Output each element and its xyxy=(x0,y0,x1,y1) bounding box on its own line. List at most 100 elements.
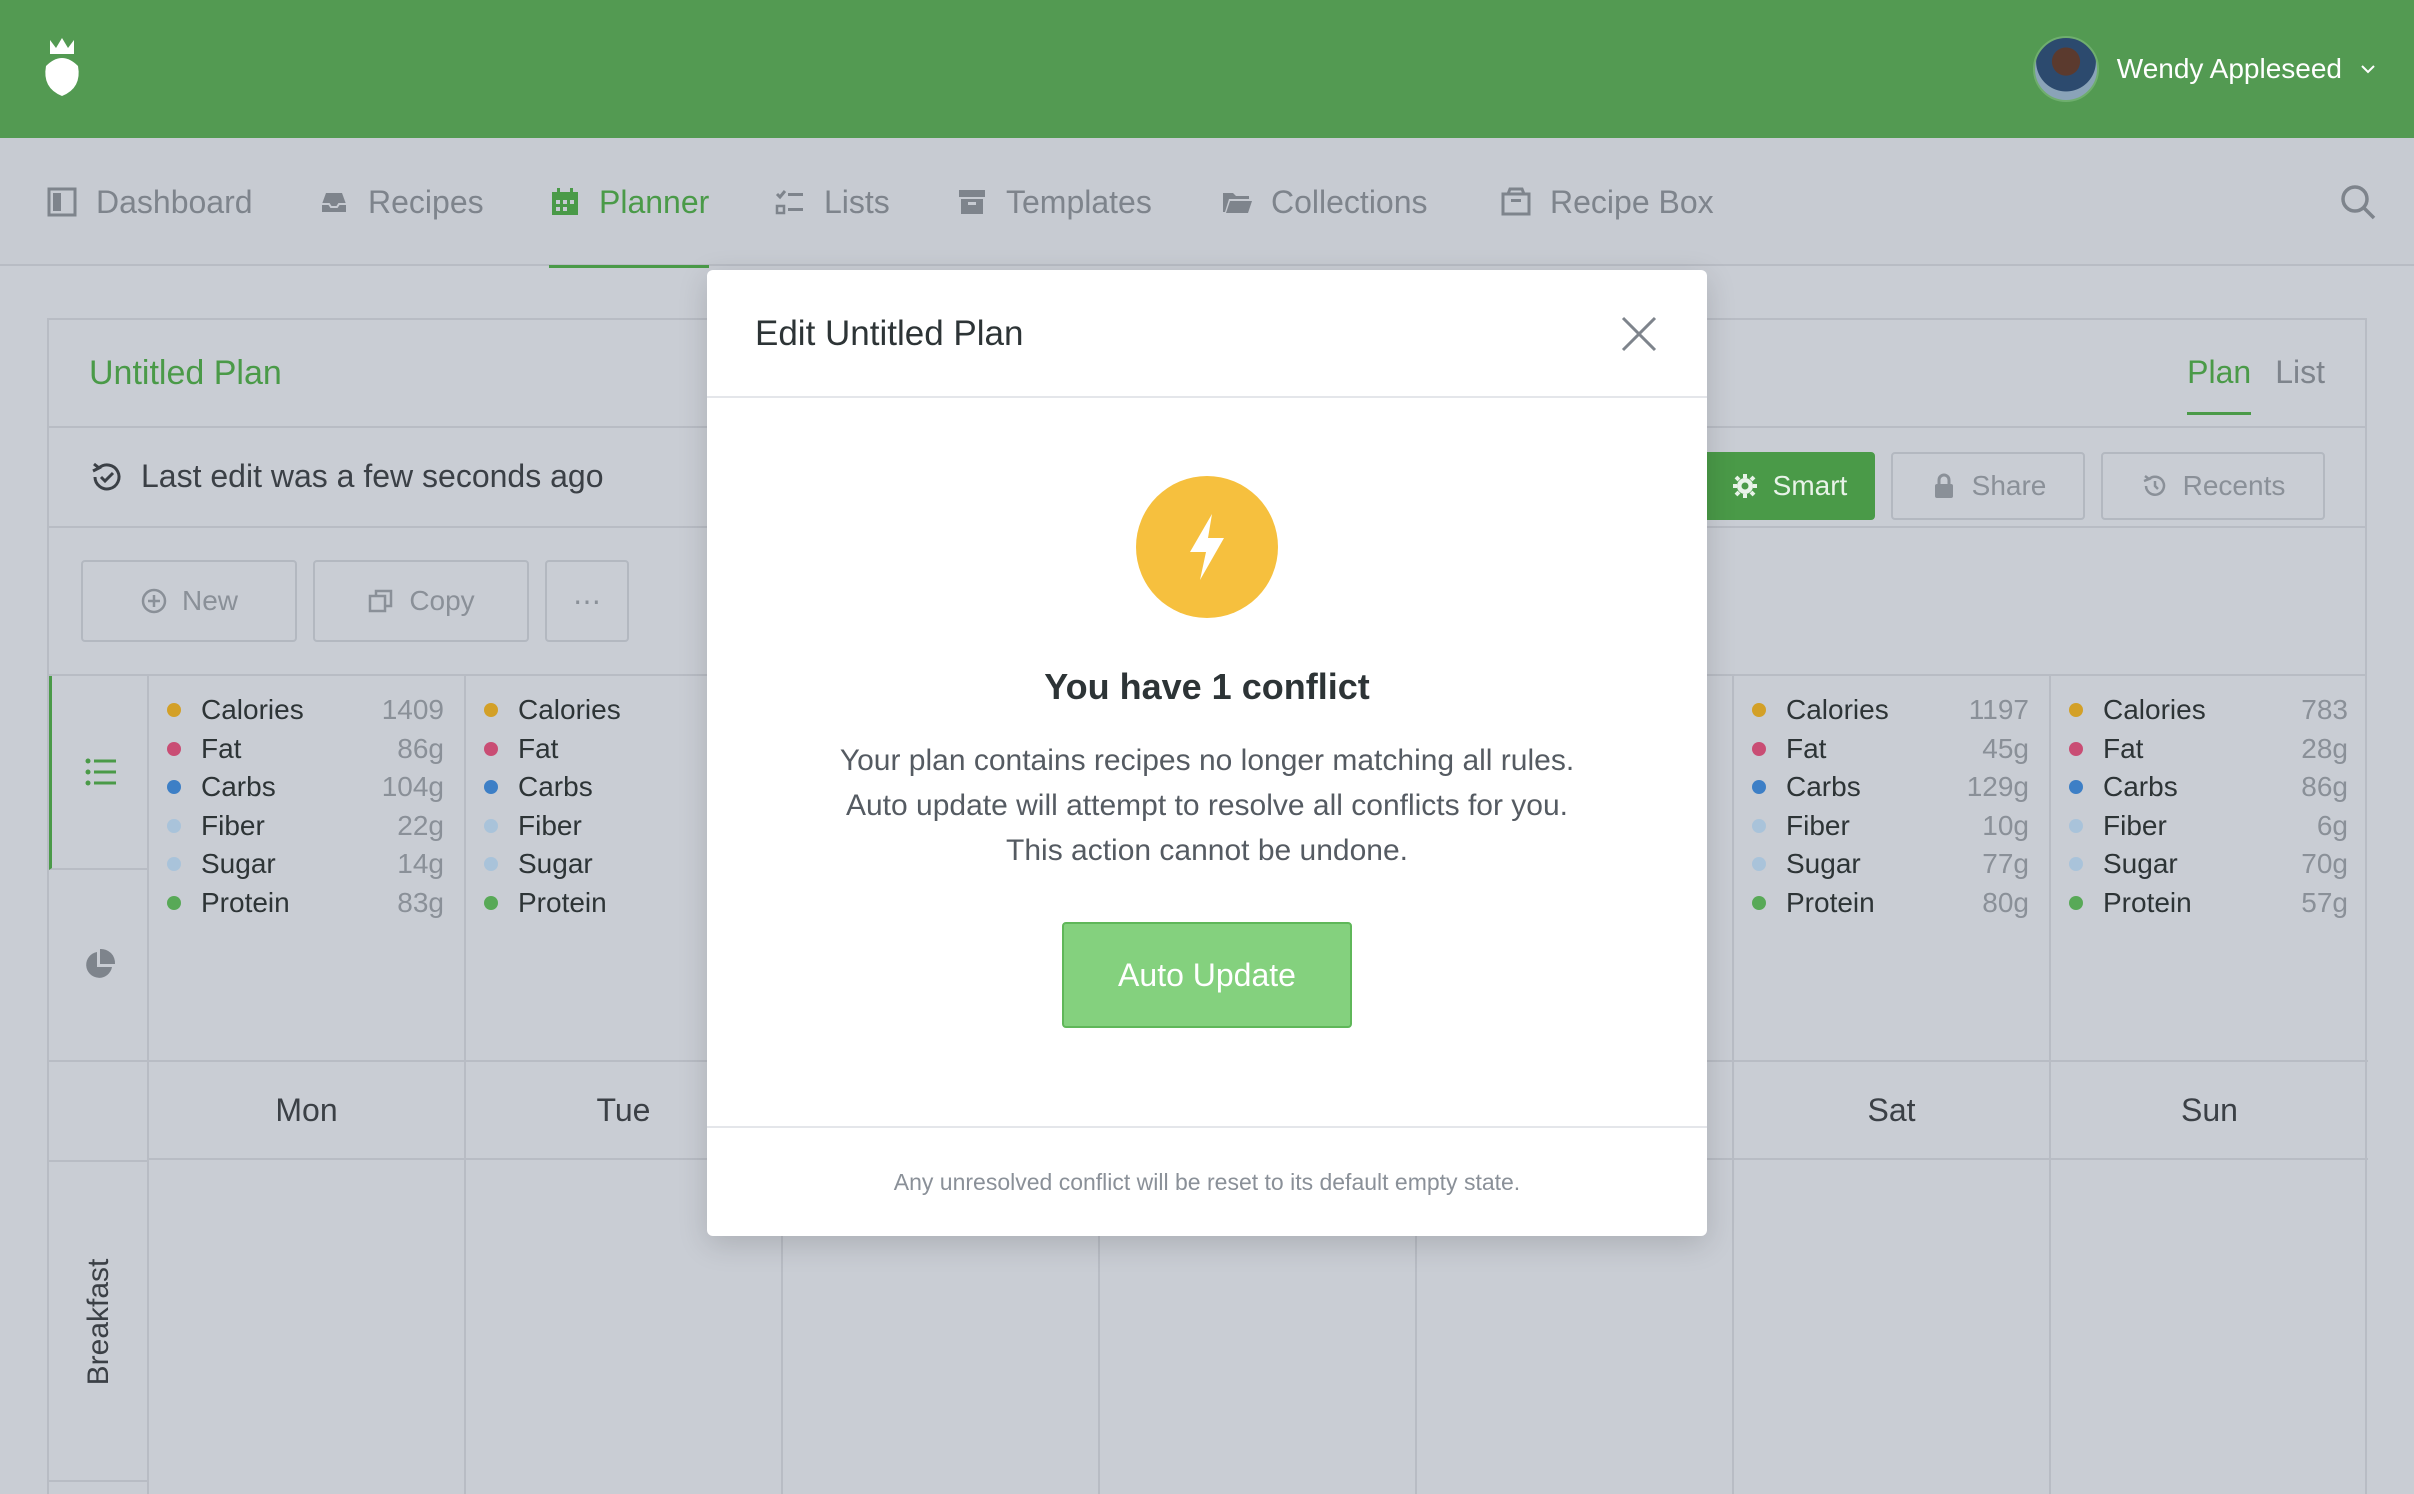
nutrient-name: Fat xyxy=(1786,732,1827,764)
nutrient-dot xyxy=(167,741,181,756)
modal-heading: You have 1 conflict xyxy=(1044,666,1370,707)
folder-icon xyxy=(1223,193,1252,213)
share-label: Share xyxy=(1971,470,2047,501)
day-column-mon: Calories 1409 Fat 86g Carbs 104g Fiber 22g Sugar… xyxy=(149,676,466,1494)
modal-body-line: This action cannot be undone. xyxy=(1006,834,1408,867)
recents-button[interactable]: Recents xyxy=(2101,452,2325,520)
share-button[interactable]: Share xyxy=(1891,452,2085,520)
nutrient-row: Carbs 86g xyxy=(2069,767,2348,807)
new-button[interactable]: New xyxy=(81,560,297,642)
nutrient-row: Fat 86g xyxy=(167,729,444,769)
modal-footer-note: Any unresolved conflict will be reset to… xyxy=(707,1126,1707,1236)
nutrient-row: Protein 57g xyxy=(2069,883,2348,923)
nutrient-dot xyxy=(2069,857,2083,871)
modal-body-line: Your plan contains recipes no longer mat… xyxy=(839,744,1575,777)
grid-side-column: Breakfast xyxy=(49,676,149,1494)
nutrient-dot xyxy=(167,703,181,717)
nutrient-name: Protein xyxy=(2103,886,2192,918)
nutrient-value: 28g xyxy=(2301,732,2348,764)
tab-list[interactable]: List xyxy=(2275,354,2325,415)
smart-label: Smart xyxy=(1772,470,1848,501)
nutrient-name: Carbs xyxy=(2103,771,2178,802)
nav-item-templates[interactable]: Templates xyxy=(956,138,1152,266)
nutrient-row: Carbs 104g xyxy=(167,767,444,807)
corner-cell xyxy=(49,1062,149,1162)
nutrient-row: Fat 28g xyxy=(2069,729,2348,769)
app-logo-icon[interactable] xyxy=(42,36,82,98)
copy-label: Copy xyxy=(409,585,475,616)
nutrient-value: 10g xyxy=(1982,809,2029,841)
user-name: Wendy Appleseed xyxy=(2116,53,2342,84)
nutrient-row: Fat 45g xyxy=(1752,729,2029,769)
conflict-badge xyxy=(1136,476,1278,618)
nutrient-name: Fat xyxy=(201,732,242,764)
user-menu[interactable]: Wendy Appleseed xyxy=(2032,34,2376,104)
nutrient-value: 6g xyxy=(2316,809,2348,841)
nav-item-recipes[interactable]: Recipes xyxy=(318,138,484,266)
day-header: Sat xyxy=(1734,1060,2049,1160)
nav-item-label: Templates xyxy=(1006,183,1152,220)
nutrient-value: 70g xyxy=(2301,848,2348,879)
archive-icon xyxy=(959,190,985,214)
top-bar: Wendy Appleseed xyxy=(0,0,2414,138)
last-edit-status: Last edit was a few seconds ago xyxy=(89,458,604,495)
lock-icon xyxy=(1934,473,1953,498)
tab-plan[interactable]: Plan xyxy=(2187,354,2252,415)
nutrient-dot xyxy=(1752,895,1766,910)
nutrition-chart-toggle[interactable] xyxy=(49,870,149,1062)
day-header: Mon xyxy=(149,1060,464,1160)
copy-button[interactable]: Copy xyxy=(313,560,529,642)
meal-row-header: Breakfast xyxy=(49,1162,149,1482)
nutrition-list-toggle[interactable] xyxy=(49,676,149,870)
close-icon[interactable] xyxy=(1617,312,1661,356)
modal-title: Edit Untitled Plan xyxy=(755,314,1024,353)
new-label: New xyxy=(181,585,238,616)
history-icon xyxy=(2143,475,2165,496)
nutrient-value: 104g xyxy=(381,771,444,802)
nutrient-dot xyxy=(484,818,498,833)
search-icon[interactable] xyxy=(2338,182,2378,222)
plan-title[interactable]: Untitled Plan xyxy=(89,354,282,393)
modal-body-line: Auto update will attempt to resolve all … xyxy=(845,789,1569,822)
nutrient-row: Fiber 6g xyxy=(2069,806,2348,846)
more-icon: ⋯ xyxy=(573,585,601,617)
nav-item-lists[interactable]: Lists xyxy=(774,138,890,266)
nutrient-dot xyxy=(2069,703,2083,717)
nav-item-label: Recipe Box xyxy=(1550,183,1714,220)
edit-plan-modal: Edit Untitled Plan You have 1 conflict Y… xyxy=(707,270,1707,1236)
nutrient-name: Carbs xyxy=(201,771,276,802)
nav-item-label: Lists xyxy=(824,183,890,220)
history-check-icon xyxy=(92,462,121,490)
nutrient-dot xyxy=(2069,780,2083,794)
dashboard-icon xyxy=(47,187,77,217)
nutrient-value: 129g xyxy=(1966,771,2029,802)
nutrient-dot xyxy=(2069,818,2083,833)
lightning-bolt-icon xyxy=(1190,514,1224,580)
nutrient-name: Calories xyxy=(201,694,304,725)
nutrient-dot xyxy=(1752,741,1766,756)
more-button[interactable]: ⋯ xyxy=(545,560,629,642)
nutrient-name: Sugar xyxy=(201,848,276,879)
nutrient-name: Fiber xyxy=(201,809,265,841)
nutrient-value: 77g xyxy=(1982,848,2029,879)
day-column-sat: Calories 1197 Fat 45g Carbs 129g Fiber 10g Sugar… xyxy=(1734,676,2051,1494)
nav-item-label: Recipes xyxy=(368,183,484,220)
nutrient-name: Protein xyxy=(201,886,290,918)
nutrient-dot xyxy=(1752,780,1766,794)
nutrient-value: 783 xyxy=(2301,694,2348,725)
smart-button[interactable]: Smart xyxy=(1703,452,1875,520)
nutrient-name: Calories xyxy=(1786,694,1889,725)
auto-update-button[interactable]: Auto Update xyxy=(1062,922,1352,1028)
nav-item-collections[interactable]: Collections xyxy=(1221,138,1428,266)
nutrient-value: 83g xyxy=(397,886,444,918)
nutrient-dot xyxy=(1752,703,1766,717)
nav-item-planner[interactable]: Planner xyxy=(549,138,710,268)
calendar-icon xyxy=(552,188,578,215)
modal-header: Edit Untitled Plan xyxy=(707,270,1707,398)
nav-item-dashboard[interactable]: Dashboard xyxy=(46,138,253,266)
nutrient-row: Carbs 129g xyxy=(1752,767,2029,807)
nutrient-value: 57g xyxy=(2301,886,2348,918)
pie-chart-icon xyxy=(86,948,116,978)
nutrient-dot xyxy=(484,780,498,794)
nav-item-recipe-box[interactable]: Recipe Box xyxy=(1500,138,1714,266)
